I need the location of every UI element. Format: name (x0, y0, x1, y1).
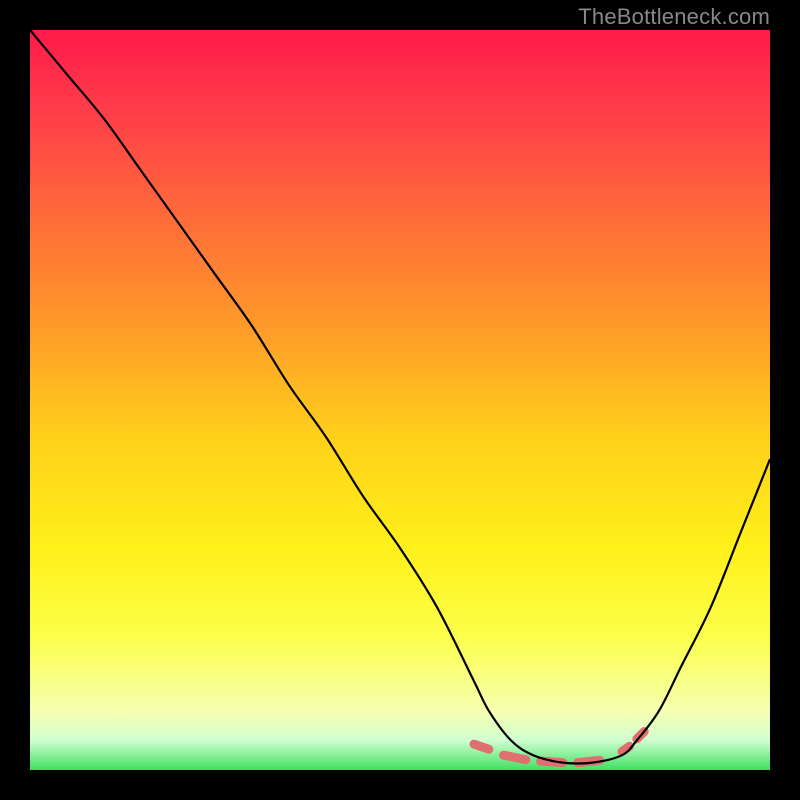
marker-segment (504, 755, 526, 759)
chart-frame: TheBottleneck.com (0, 0, 800, 800)
curve-svg (30, 30, 770, 770)
watermark-text: TheBottleneck.com (578, 4, 770, 30)
salmon-markers (474, 732, 644, 763)
curve-path (30, 30, 770, 764)
plot-area (30, 30, 770, 770)
marker-segment (474, 744, 489, 749)
